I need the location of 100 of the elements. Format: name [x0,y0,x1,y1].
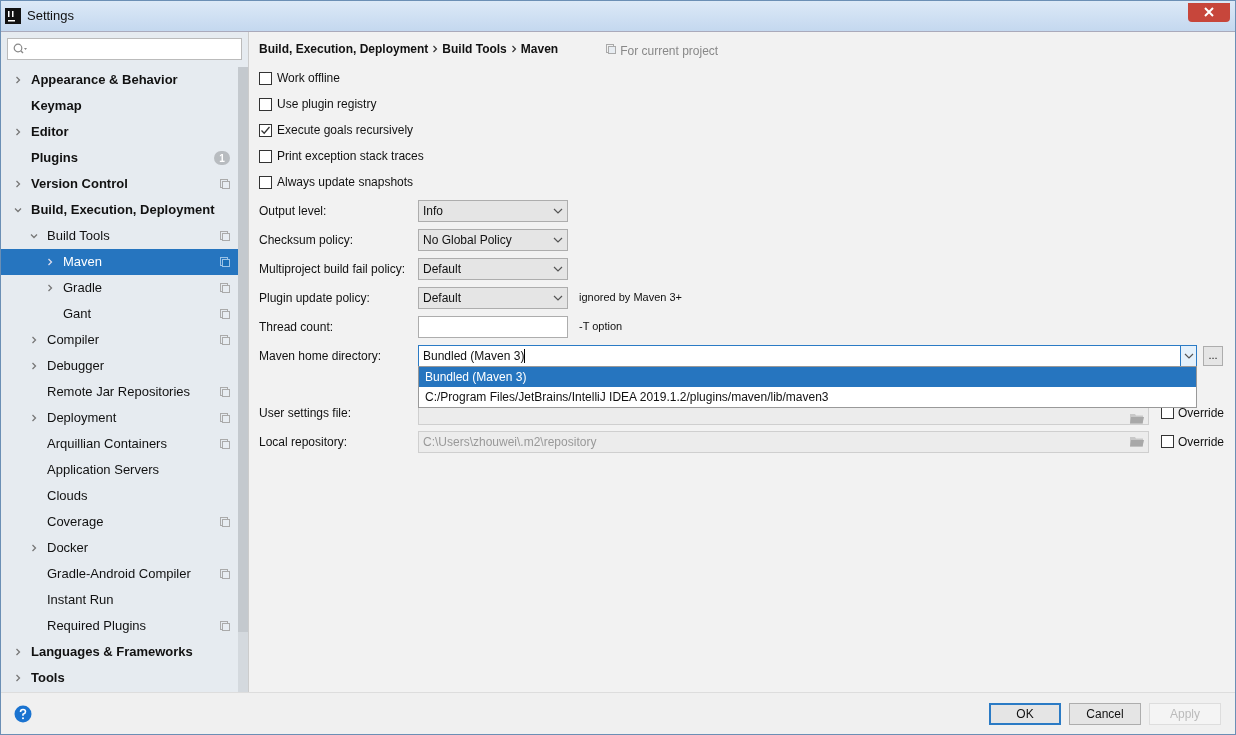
dropdown[interactable]: Default [418,286,568,309]
checkbox-label[interactable]: Always update snapshots [277,173,414,191]
tree-item-label: Coverage [47,513,105,532]
chevron-right-icon[interactable] [13,647,23,657]
breadcrumb-item[interactable]: Build Tools [442,40,507,58]
input-field[interactable] [418,315,568,338]
checkbox[interactable] [259,71,272,85]
dialog-button[interactable]: OK [989,702,1061,725]
tree-item[interactable]: Gant [1,301,238,327]
field-label: Output level: [259,202,328,220]
tree-item-label: Build Tools [47,227,111,246]
tree-item-label: Remote Jar Repositories [47,383,192,402]
tree-item-label: Plugins [31,149,79,168]
tree-item-label: Gant [63,305,93,324]
tree-item[interactable]: Arquillian Containers [1,431,238,457]
checkbox[interactable] [259,97,272,111]
tree-item[interactable]: Build, Execution, Deployment [1,197,238,223]
tree-item-label: Version Control [31,175,129,194]
tree-item[interactable]: Debugger [1,353,238,379]
tree-item[interactable]: Remote Jar Repositories [1,379,238,405]
field-label: Checksum policy: [259,231,355,249]
checkbox[interactable] [259,149,272,163]
field-label: Local repository: [259,433,349,451]
tree-item-label: Debugger [47,357,106,376]
field-label: Multiproject build fail policy: [259,260,407,278]
tree-item[interactable]: Gradle [1,275,238,301]
tree-item-label: Editor [31,123,70,142]
search-icon [13,43,27,55]
chevron-right-icon[interactable] [45,257,55,267]
tree-item-label: Languages & Frameworks [31,643,194,662]
tree-item[interactable]: Editor [1,119,238,145]
chevron-right-icon[interactable] [45,283,55,293]
tree-item-label: Appearance & Behavior [31,71,179,90]
tree-item-label: Gradle [63,279,104,298]
chevron-right-icon[interactable] [29,413,39,423]
field-label: Maven home directory: [259,347,383,365]
chevron-right-icon[interactable] [29,335,39,345]
tree-item[interactable]: Deployment [1,405,238,431]
chevron-down-icon[interactable] [29,231,39,241]
chevron-right-icon[interactable] [13,127,23,137]
tree-item-label: Tools [31,669,66,688]
search-field[interactable] [7,38,242,60]
project-scope-icon [606,44,617,54]
tree-item-label: Gradle-Android Compiler [47,565,192,584]
tree-item-label: Docker [47,539,90,558]
dropdown[interactable]: Info [418,199,568,222]
tree-item[interactable]: Languages & Frameworks [1,639,238,665]
close-button[interactable] [1188,2,1230,22]
tree-item[interactable]: Required Plugins [1,613,238,639]
count-badge: 1 [214,151,230,165]
chevron-right-icon[interactable] [29,543,39,553]
checkbox-label[interactable]: Use plugin registry [277,95,377,113]
breadcrumb-item[interactable]: Maven [520,40,559,58]
checkbox[interactable] [259,175,272,189]
tree-item[interactable]: Maven [1,249,238,275]
window-title: Settings [27,7,74,26]
tree-item-label: Build, Execution, Deployment [31,201,216,220]
hint-text: ignored by Maven 3+ [579,290,683,306]
tree-item[interactable]: Docker [1,535,238,561]
checkbox-label[interactable]: Work offline [277,69,340,87]
chevron-right-icon[interactable] [13,75,23,85]
tree-item-label: Required Plugins [47,617,147,636]
dropdown[interactable]: Default [418,257,568,280]
tree-item[interactable]: Build Tools [1,223,238,249]
chevron-right-icon[interactable] [13,179,23,189]
chevron-right-icon[interactable] [13,673,23,683]
checkbox[interactable] [259,123,272,137]
tree-item[interactable]: Tools [1,665,238,691]
tree-item[interactable]: Compiler [1,327,238,353]
tree-item-label: Instant Run [47,591,115,610]
tree-item-label: Maven [63,253,104,272]
tree-item[interactable]: Application Servers [1,457,238,483]
tree-item-label: Deployment [47,409,118,428]
browse-button[interactable]: ... [1203,345,1223,366]
tree-item[interactable]: Coverage [1,509,238,535]
close-icon [1204,7,1214,17]
tree-item-label: Application Servers [47,461,160,480]
tree-item[interactable]: Clouds [1,483,238,509]
combo-field[interactable]: Bundled (Maven 3) [418,344,1197,367]
checkbox-label[interactable]: Execute goals recursively [277,121,414,139]
breadcrumb-item[interactable]: Build, Execution, Deployment [259,40,429,58]
tree-item-label: Keymap [31,97,83,116]
tree-item-label: Compiler [47,331,100,350]
field-label: Plugin update policy: [259,289,371,307]
tree-item[interactable]: Plugins 1 [1,145,238,171]
dialog-button[interactable]: Cancel [1069,702,1141,725]
tree-item[interactable]: Version Control [1,171,238,197]
chevron-right-icon[interactable] [29,361,39,371]
help-icon[interactable] [14,704,32,723]
tree-item[interactable]: Gradle-Android Compiler [1,561,238,587]
checkbox-label[interactable]: Print exception stack traces [277,147,424,165]
tree-item[interactable]: Instant Run [1,587,238,613]
tree-item-label: Clouds [47,487,89,506]
app-logo-icon [5,8,21,24]
tree-item[interactable]: Keymap [1,93,238,119]
dropdown-option[interactable]: Bundled (Maven 3) [419,367,1196,387]
dropdown[interactable]: No Global Policy [418,228,568,251]
hint-text: -T option [579,319,623,335]
chevron-down-icon[interactable] [13,205,23,215]
tree-item[interactable]: Appearance & Behavior [1,67,238,93]
